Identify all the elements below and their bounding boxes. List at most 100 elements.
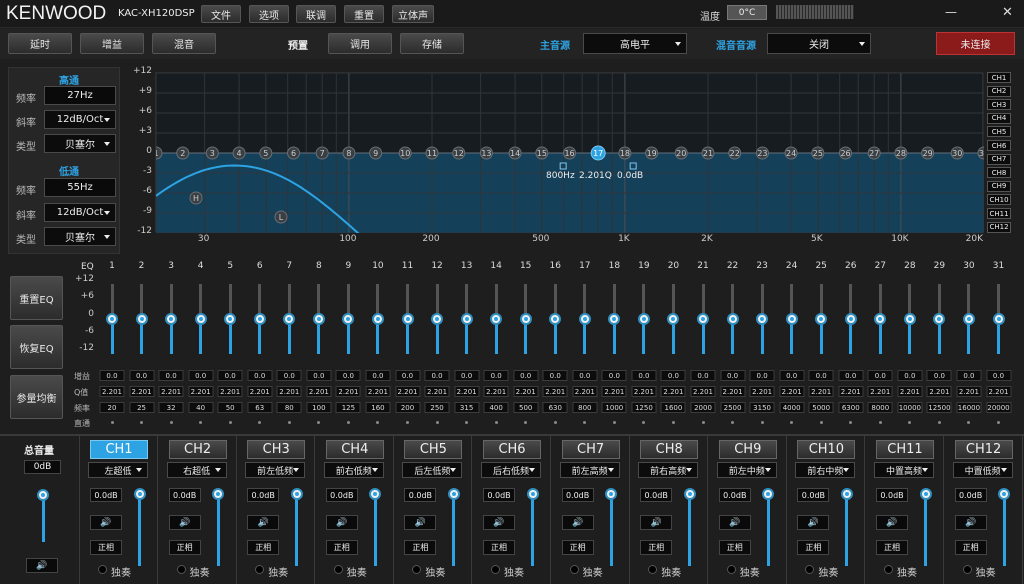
eq-freq-value[interactable]: 125	[335, 402, 361, 413]
solo-radio[interactable]	[98, 565, 107, 574]
menu-file[interactable]: 文件	[201, 5, 241, 23]
eq-bypass-toggle[interactable]	[967, 421, 971, 424]
eq-gain-value[interactable]: 0.0	[513, 370, 539, 381]
channel-level-value[interactable]: 0.0dB	[640, 488, 673, 502]
eq-q-value[interactable]: 2.201	[247, 386, 273, 397]
channel-level-value[interactable]: 0.0dB	[954, 488, 987, 502]
channel-fader-knob[interactable]	[998, 488, 1011, 500]
eq-bypass-toggle[interactable]	[110, 421, 114, 424]
solo-radio[interactable]	[412, 565, 422, 574]
channel-level-value[interactable]: 0.0dB	[718, 488, 751, 502]
eq-bypass-toggle[interactable]	[287, 421, 291, 424]
eq-q-value[interactable]: 2.201	[986, 386, 1011, 397]
reset-eq-button[interactable]: 重置EQ	[10, 276, 63, 320]
channel-fader-knob[interactable]	[840, 488, 853, 500]
eq-gain-value[interactable]: 0.0	[306, 370, 332, 381]
eq-bypass-toggle[interactable]	[997, 421, 1000, 424]
hp-freq-input[interactable]: 27Hz	[44, 86, 116, 105]
eq-q-value[interactable]: 2.201	[513, 386, 539, 397]
menu-stereo[interactable]: 立体声	[392, 5, 434, 23]
eq-bypass-toggle[interactable]	[701, 421, 705, 424]
channel-select-button[interactable]: CH7	[561, 440, 620, 459]
lp-type-select[interactable]: 贝塞尔	[44, 227, 116, 246]
eq-response-graph[interactable]: HL12345678910111213141516171819202122232…	[149, 72, 991, 235]
channel-assign-select[interactable]: 前右中频	[795, 462, 856, 478]
phase-button[interactable]: 正相	[954, 540, 987, 555]
eq-slider-knob[interactable]	[785, 313, 798, 325]
eq-slider-knob[interactable]	[283, 313, 296, 325]
eq-q-value[interactable]: 2.201	[129, 386, 155, 397]
graph-channel-ch1[interactable]: CH1	[987, 72, 1011, 83]
eq-freq-value[interactable]: 4000	[779, 402, 805, 413]
eq-bypass-toggle[interactable]	[228, 421, 232, 424]
eq-freq-value[interactable]: 100	[306, 402, 332, 413]
solo-radio[interactable]	[962, 565, 972, 574]
channel-select-button[interactable]: CH5	[404, 440, 463, 459]
phase-button[interactable]: 正相	[876, 540, 908, 555]
eq-freq-value[interactable]: 16000	[956, 402, 982, 413]
channel-assign-select[interactable]: 前右高频	[638, 462, 699, 478]
eq-bypass-toggle[interactable]	[731, 421, 735, 424]
eq-gain-value[interactable]: 0.0	[956, 370, 982, 381]
eq-slider-knob[interactable]	[312, 313, 325, 325]
channel-level-value[interactable]: 0.0dB	[247, 488, 280, 502]
eq-gain-value[interactable]: 0.0	[779, 370, 805, 381]
channel-select-button[interactable]: CH3	[247, 440, 306, 459]
eq-freq-value[interactable]: 80	[276, 402, 302, 413]
channel-level-value[interactable]: 0.0dB	[561, 488, 594, 502]
eq-freq-value[interactable]: 25	[129, 402, 155, 413]
eq-slider-knob[interactable]	[992, 313, 1005, 325]
eq-gain-value[interactable]: 0.0	[572, 370, 598, 381]
eq-freq-value[interactable]: 40	[188, 402, 214, 413]
eq-q-value[interactable]: 2.201	[158, 386, 184, 397]
eq-freq-value[interactable]: 63	[247, 402, 273, 413]
eq-bypass-toggle[interactable]	[435, 421, 439, 424]
eq-bypass-toggle[interactable]	[819, 421, 823, 424]
channel-assign-select[interactable]: 右超低	[166, 462, 227, 478]
eq-bypass-toggle[interactable]	[908, 421, 912, 424]
speaker-icon[interactable]: 🔊	[483, 515, 515, 530]
eq-bypass-toggle[interactable]	[642, 421, 646, 424]
channel-level-value[interactable]: 0.0dB	[168, 488, 201, 502]
lp-slope-select[interactable]: 12dB/Oct	[44, 203, 116, 222]
eq-bypass-toggle[interactable]	[760, 421, 764, 424]
channel-level-value[interactable]: 0.0dB	[797, 488, 830, 502]
phase-button[interactable]: 正相	[718, 540, 751, 555]
delay-button[interactable]: 延时	[8, 33, 72, 54]
eq-gain-value[interactable]: 0.0	[483, 370, 509, 381]
eq-freq-value[interactable]: 1000	[601, 402, 627, 413]
eq-q-value[interactable]: 2.201	[395, 386, 420, 397]
eq-gain-value[interactable]: 0.0	[660, 370, 686, 381]
eq-q-value[interactable]: 2.201	[720, 386, 746, 397]
eq-bypass-toggle[interactable]	[612, 421, 616, 424]
eq-slider-knob[interactable]	[815, 313, 828, 325]
solo-radio[interactable]	[491, 565, 500, 574]
eq-freq-value[interactable]: 1250	[631, 402, 657, 413]
eq-q-value[interactable]: 2.201	[926, 386, 952, 397]
eq-gain-value[interactable]: 0.0	[335, 370, 361, 381]
eq-q-value[interactable]: 2.201	[601, 386, 627, 397]
graph-channel-ch5[interactable]: CH5	[987, 126, 1011, 138]
channel-fader-knob[interactable]	[683, 488, 696, 500]
eq-gain-value[interactable]: 0.0	[99, 370, 125, 381]
eq-freq-value[interactable]: 160	[365, 402, 391, 413]
graph-channel-ch3[interactable]: CH3	[987, 99, 1011, 111]
solo-radio[interactable]	[333, 565, 343, 574]
channel-level-value[interactable]: 0.0dB	[404, 488, 437, 502]
channel-select-button[interactable]: CH2	[168, 440, 227, 459]
eq-gain-value[interactable]: 0.0	[129, 370, 155, 381]
solo-radio[interactable]	[726, 565, 736, 574]
eq-bypass-toggle[interactable]	[671, 421, 675, 424]
eq-q-value[interactable]: 2.201	[188, 386, 214, 397]
eq-q-value[interactable]: 2.201	[454, 386, 480, 397]
master-volume-knob[interactable]	[37, 489, 49, 501]
eq-slider-knob[interactable]	[874, 313, 887, 325]
menu-reset[interactable]: 重置	[344, 5, 384, 23]
eq-slider-knob[interactable]	[135, 313, 148, 325]
eq-slider-knob[interactable]	[401, 313, 414, 325]
channel-level-value[interactable]: 0.0dB	[876, 488, 908, 502]
eq-freq-value[interactable]: 50	[217, 402, 243, 413]
eq-gain-value[interactable]: 0.0	[188, 370, 214, 381]
eq-bypass-toggle[interactable]	[346, 421, 350, 424]
eq-bypass-toggle[interactable]	[937, 421, 941, 424]
